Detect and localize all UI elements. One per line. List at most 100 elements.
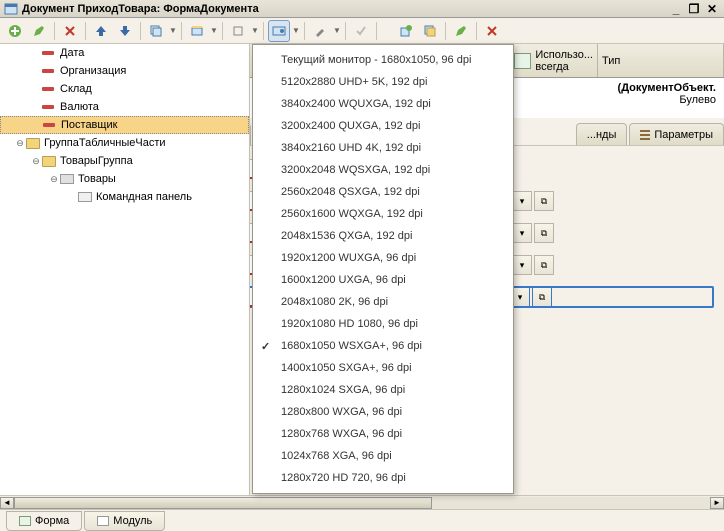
close-button[interactable]: ✕: [704, 2, 720, 16]
tree-item[interactable]: Дата: [0, 44, 249, 62]
scroll-right-button[interactable]: ►: [710, 497, 724, 509]
add2-button[interactable]: [395, 20, 417, 42]
main-toolbar: ▼ ▼ ▼ ▼ ▼: [0, 18, 724, 44]
scroll-left-button[interactable]: ◄: [0, 497, 14, 509]
resolution-menu-item[interactable]: Текущий монитор - 1680x1050, 96 dpi: [253, 49, 513, 71]
tree-item[interactable]: Организация: [0, 62, 249, 80]
delete2-button[interactable]: [481, 20, 503, 42]
menu-item-label: 1920x1080 HD 1080, 96 dpi: [281, 318, 418, 330]
expander-icon[interactable]: ⊖: [14, 138, 26, 149]
menu-item-label: 1920x1200 WUXGA, 96 dpi: [281, 252, 416, 264]
resolution-menu-item[interactable]: 2560x2048 QSXGA, 192 dpi: [253, 181, 513, 203]
attribute-icon: [42, 69, 54, 73]
add-button[interactable]: [4, 20, 26, 42]
check-button[interactable]: [350, 20, 372, 42]
move-up-button[interactable]: [90, 20, 112, 42]
org-dropdown-button[interactable]: ▾: [512, 191, 532, 211]
resolution-menu-item[interactable]: 1280x800 WXGA, 96 dpi: [253, 401, 513, 423]
resolution-menu-item[interactable]: 2048x1536 QXGA, 192 dpi: [253, 225, 513, 247]
tree-item-label: Организация: [60, 65, 126, 77]
layout-button[interactable]: [186, 20, 208, 42]
post-open-button[interactable]: ⧉: [532, 287, 552, 307]
tree-item[interactable]: Валюта: [0, 98, 249, 116]
valuta-dropdown-button[interactable]: ▾: [512, 255, 532, 275]
tab-command-interface[interactable]: Командный интерфейс: [250, 123, 251, 145]
delete-button[interactable]: [59, 20, 81, 42]
menu-item-label: 3840x2400 WQUXGA, 192 dpi: [281, 98, 431, 110]
window-title-bar: Документ ПриходТовара: ФормаДокумента _ …: [0, 0, 724, 18]
minimize-button[interactable]: _: [668, 2, 684, 16]
resolution-menu-item[interactable]: 3200x2400 QUXGA, 192 dpi: [253, 115, 513, 137]
resolution-menu-item[interactable]: 1920x1080 HD 1080, 96 dpi: [253, 313, 513, 335]
tool1-button[interactable]: [227, 20, 249, 42]
bottom-tabs: Форма Модуль: [0, 509, 724, 531]
resolution-menu-item[interactable]: 1280x768 WXGA, 96 dpi: [253, 423, 513, 445]
resolution-menu-item[interactable]: 5120x2880 UHD+ 5K, 192 dpi: [253, 71, 513, 93]
resolution-menu-item[interactable]: 1280x1024 SXGA, 96 dpi: [253, 379, 513, 401]
tree-item-label: Валюта: [60, 101, 99, 113]
tab-parameters[interactable]: Параметры: [629, 123, 724, 145]
display-mode-dropdown-icon[interactable]: ▼: [292, 26, 300, 35]
tab-form[interactable]: Форма: [6, 511, 82, 531]
resolution-menu-item[interactable]: 2048x1080 2K, 96 dpi: [253, 291, 513, 313]
requisites-tree[interactable]: Дата Организация Склад Валюта Поставщик⊖Груп…: [0, 44, 250, 495]
attribute-icon: [43, 123, 55, 127]
move-down-button[interactable]: [114, 20, 136, 42]
tree-item[interactable]: Командная панель: [0, 188, 249, 206]
resolution-menu-item[interactable]: 1024x768 XGA, 96 dpi: [253, 445, 513, 467]
tree-item[interactable]: ⊖ТоварыГруппа: [0, 152, 249, 170]
resolution-menu-item[interactable]: 3840x2160 UHD 4K, 192 dpi: [253, 137, 513, 159]
attribute-icon: [42, 87, 54, 91]
menu-item-label: 2560x1600 WQXGA, 192 dpi: [281, 208, 423, 220]
menu-item-label: 3200x2048 WQSXGA, 192 dpi: [281, 164, 430, 176]
menu-item-label: 2048x1536 QXGA, 192 dpi: [281, 230, 412, 242]
edit2-button[interactable]: [450, 20, 472, 42]
display-mode-button[interactable]: [268, 20, 290, 42]
tree-item-label: Склад: [60, 83, 92, 95]
resolution-menu-item[interactable]: 1920x1200 WUXGA, 96 dpi: [253, 247, 513, 269]
resolution-menu-item[interactable]: 3200x2048 WQSXGA, 192 dpi: [253, 159, 513, 181]
column-icon: [514, 53, 531, 69]
resolution-menu-item[interactable]: 1600x1200 UXGA, 96 dpi: [253, 269, 513, 291]
sklad-dropdown-button[interactable]: ▾: [512, 223, 532, 243]
params-icon: [640, 130, 650, 140]
copy-dropdown-icon[interactable]: ▼: [169, 26, 177, 35]
menu-item-label: 1280x800 WXGA, 96 dpi: [281, 406, 402, 418]
paint-dropdown-icon[interactable]: ▼: [333, 26, 341, 35]
sklad-open-button[interactable]: ⧉: [534, 223, 554, 243]
resolution-menu-item[interactable]: 2560x1600 WQXGA, 192 dpi: [253, 203, 513, 225]
tab-module[interactable]: Модуль: [84, 511, 165, 531]
window-title: Документ ПриходТовара: ФормаДокумента: [22, 3, 666, 15]
menu-item-label: 1280x720 HD 720, 96 dpi: [281, 472, 406, 484]
menu-item-label: 1280x1024 SXGA, 96 dpi: [281, 384, 405, 396]
resolution-menu[interactable]: Текущий монитор - 1680x1050, 96 dpi5120x…: [252, 44, 514, 494]
tab-commands[interactable]: ...нды: [576, 123, 628, 145]
maximize-button[interactable]: ❐: [686, 2, 702, 16]
org-open-button[interactable]: ⧉: [534, 191, 554, 211]
folder-icon: [26, 138, 40, 149]
tree-item[interactable]: ⊖Товары: [0, 170, 249, 188]
tree-item[interactable]: ⊖ГруппаТабличныеЧасти: [0, 134, 249, 152]
copy-button[interactable]: [145, 20, 167, 42]
form-icon: [19, 516, 31, 526]
tree-item[interactable]: Склад: [0, 80, 249, 98]
expander-icon[interactable]: ⊖: [30, 156, 42, 167]
edit-button[interactable]: [28, 20, 50, 42]
table-icon: [60, 174, 74, 184]
resolution-menu-item[interactable]: ✓1680x1050 WSXGA+, 96 dpi: [253, 335, 513, 357]
copy2-button[interactable]: [419, 20, 441, 42]
horizontal-scrollbar[interactable]: ◄ ►: [0, 495, 724, 509]
tree-item[interactable]: Поставщик: [0, 116, 249, 134]
resolution-menu-item[interactable]: 1400x1050 SXGA+, 96 dpi: [253, 357, 513, 379]
menu-item-label: 1400x1050 SXGA+, 96 dpi: [281, 362, 412, 374]
resolution-menu-item[interactable]: 1280x720 HD 720, 96 dpi: [253, 467, 513, 489]
folder-icon: [42, 156, 56, 167]
tool1-dropdown-icon[interactable]: ▼: [251, 26, 259, 35]
expander-icon[interactable]: ⊖: [48, 174, 60, 185]
module-icon: [97, 516, 109, 526]
layout-dropdown-icon[interactable]: ▼: [210, 26, 218, 35]
paint-button[interactable]: [309, 20, 331, 42]
resolution-menu-item[interactable]: 3840x2400 WQUXGA, 192 dpi: [253, 93, 513, 115]
scroll-thumb[interactable]: [14, 497, 432, 509]
valuta-open-button[interactable]: ⧉: [534, 255, 554, 275]
